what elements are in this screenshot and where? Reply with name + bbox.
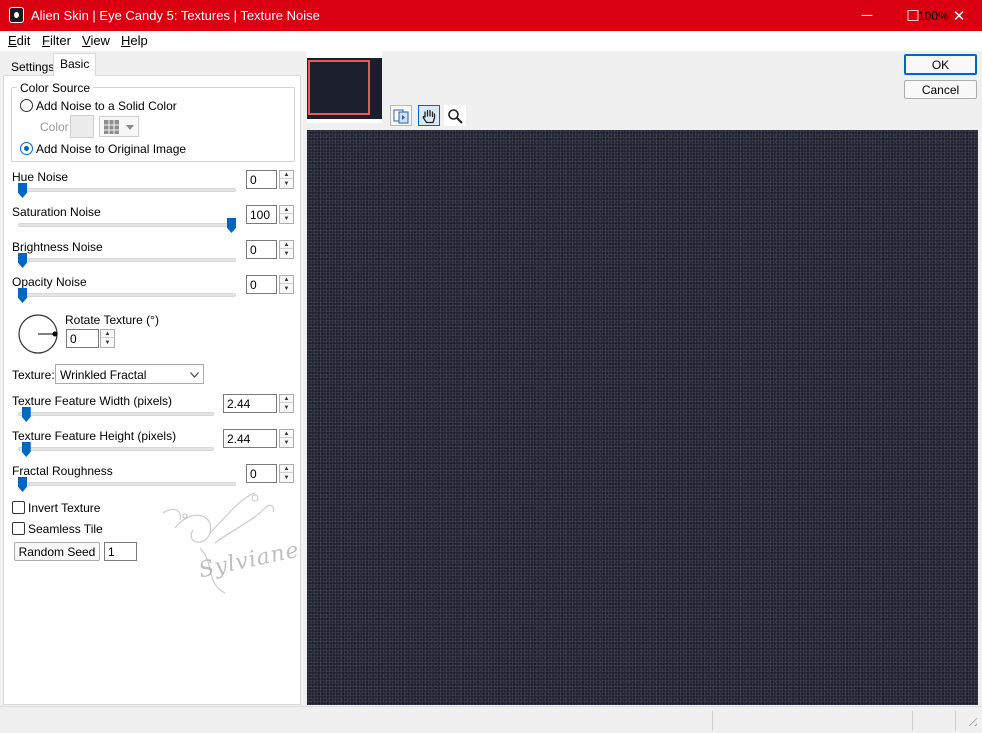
cancel-button[interactable]: Cancel xyxy=(904,80,977,99)
fractal-roughness-input[interactable]: 0 xyxy=(246,464,277,483)
ok-button[interactable]: OK xyxy=(904,54,977,75)
preview-canvas[interactable] xyxy=(307,130,978,705)
saturation-noise-input[interactable]: 100 xyxy=(246,205,277,224)
radio-original-image[interactable] xyxy=(20,142,33,155)
feature-height-label: Texture Feature Height (pixels) xyxy=(12,429,177,443)
magnifier-icon xyxy=(448,108,463,124)
saturation-noise-spinner[interactable]: ▲ ▼ xyxy=(279,205,294,224)
status-bar xyxy=(0,706,982,733)
color-source-title: Color Source xyxy=(17,81,94,95)
feature-width-label: Texture Feature Width (pixels) xyxy=(12,394,173,408)
texture-label: Texture: xyxy=(12,368,55,382)
seamless-tile-checkbox[interactable] xyxy=(12,522,25,535)
rotate-texture-spinner[interactable]: ▲ ▼ xyxy=(100,329,115,348)
app-icon[interactable] xyxy=(9,7,24,23)
feature-width-input[interactable]: 2.44 xyxy=(223,394,277,413)
zoom-level: 100% xyxy=(918,9,949,23)
saturation-noise-slider[interactable] xyxy=(18,223,236,227)
title-bar[interactable]: Alien Skin | Eye Candy 5: Textures | Tex… xyxy=(0,0,982,31)
color-swatch[interactable] xyxy=(70,115,94,138)
hue-noise-slider[interactable] xyxy=(18,188,236,192)
feature-height-input[interactable]: 2.44 xyxy=(223,429,277,448)
chevron-down-icon xyxy=(190,372,199,378)
rotate-texture-input[interactable]: 0 xyxy=(66,329,99,348)
brightness-noise-label: Brightness Noise xyxy=(12,240,103,254)
status-separator xyxy=(912,711,913,731)
texture-select[interactable]: Wrinkled Fractal xyxy=(55,364,204,384)
window-title: Alien Skin | Eye Candy 5: Textures | Tex… xyxy=(31,8,320,23)
hue-noise-spinner[interactable]: ▲ ▼ xyxy=(279,170,294,189)
hue-noise-input[interactable]: 0 xyxy=(246,170,277,189)
feature-width-slider[interactable] xyxy=(18,412,214,416)
menu-help[interactable]: Help xyxy=(121,33,148,48)
radio-solid-color[interactable] xyxy=(20,99,33,112)
pan-tool-button[interactable] xyxy=(418,105,440,126)
random-seed-button[interactable]: Random Seed xyxy=(14,542,100,561)
texture-select-value: Wrinkled Fractal xyxy=(60,368,147,382)
brightness-noise-spinner[interactable]: ▲ ▼ xyxy=(279,240,294,259)
tab-basic[interactable]: Basic xyxy=(53,53,97,76)
opacity-noise-input[interactable]: 0 xyxy=(246,275,277,294)
compare-tool-button[interactable] xyxy=(390,105,412,126)
menu-bar: Edit Filter View Help xyxy=(0,31,982,51)
saturation-noise-label: Saturation Noise xyxy=(12,205,101,219)
status-separator xyxy=(955,711,956,731)
rotate-texture-label: Rotate Texture (°) xyxy=(65,313,159,327)
status-separator xyxy=(712,711,713,731)
random-seed-input[interactable]: 1 xyxy=(104,542,137,561)
opacity-noise-spinner[interactable]: ▲ ▼ xyxy=(279,275,294,294)
hue-noise-label: Hue Noise xyxy=(12,170,69,184)
opacity-noise-label: Opacity Noise xyxy=(12,275,87,289)
menu-filter[interactable]: Filter xyxy=(42,33,71,48)
seamless-tile-label[interactable]: Seamless Tile xyxy=(28,522,103,536)
fractal-roughness-slider[interactable] xyxy=(18,482,236,486)
menu-edit[interactable]: Edit xyxy=(8,33,30,48)
navigator-view-frame[interactable] xyxy=(308,60,370,115)
feature-height-spinner[interactable]: ▲ ▼ xyxy=(279,429,294,448)
feature-height-slider[interactable] xyxy=(18,447,214,451)
radio-original-image-label[interactable]: Add Noise to Original Image xyxy=(36,142,186,156)
opacity-noise-slider[interactable] xyxy=(18,293,236,297)
color-label: Color xyxy=(40,120,69,134)
invert-texture-label[interactable]: Invert Texture xyxy=(28,501,100,515)
grid-icon xyxy=(104,120,119,134)
zoom-tool-button[interactable] xyxy=(444,105,466,126)
fractal-roughness-spinner[interactable]: ▲ ▼ xyxy=(279,464,294,483)
radio-solid-color-label[interactable]: Add Noise to a Solid Color xyxy=(36,99,177,113)
chevron-down-icon xyxy=(126,125,134,130)
menu-view[interactable]: View xyxy=(82,33,110,48)
invert-texture-checkbox[interactable] xyxy=(12,501,25,514)
rotate-dial[interactable] xyxy=(17,313,59,355)
brightness-noise-input[interactable]: 0 xyxy=(246,240,277,259)
minimize-button[interactable]: ─ xyxy=(844,0,890,31)
color-picker-button[interactable] xyxy=(99,116,139,137)
hand-icon xyxy=(422,109,436,123)
compare-icon xyxy=(393,109,409,123)
fractal-roughness-label: Fractal Roughness xyxy=(12,464,113,478)
feature-width-spinner[interactable]: ▲ ▼ xyxy=(279,394,294,413)
brightness-noise-slider[interactable] xyxy=(18,258,236,262)
